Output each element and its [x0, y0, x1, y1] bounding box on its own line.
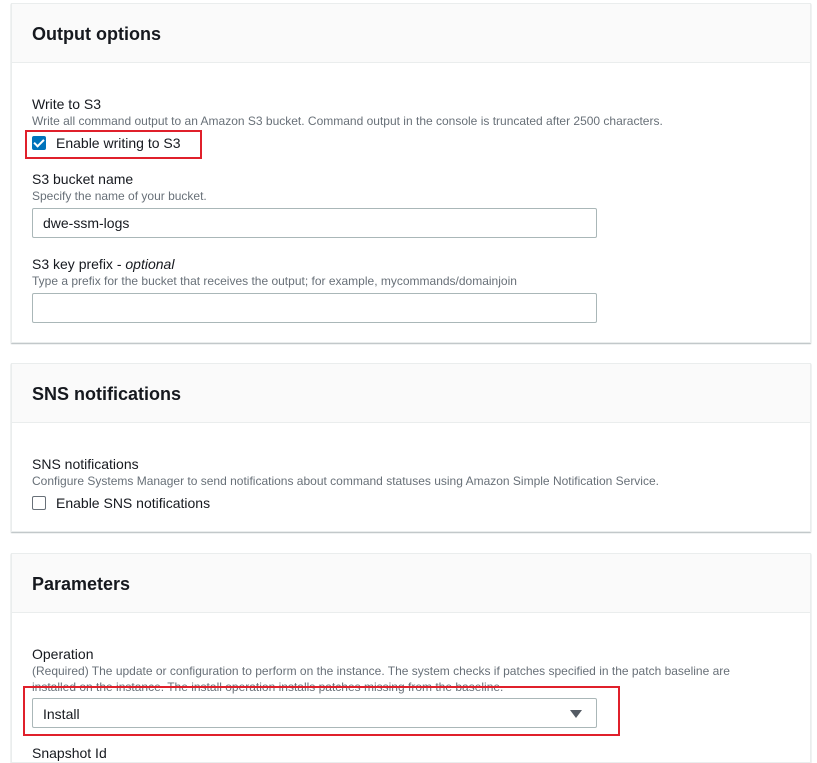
- enable-s3-checkbox-label[interactable]: Enable writing to S3: [56, 134, 181, 152]
- bucket-name-description: Specify the name of your bucket.: [32, 189, 207, 203]
- key-prefix-description: Type a prefix for the bucket that receiv…: [32, 274, 517, 288]
- sns-panel: SNS notifications SNS notifications Conf…: [11, 363, 811, 532]
- enable-sns-checkbox-label[interactable]: Enable SNS notifications: [56, 494, 210, 512]
- key-prefix-input[interactable]: [32, 293, 597, 323]
- snapshot-id-label: Snapshot Id: [32, 745, 107, 761]
- sns-header: SNS notifications: [12, 364, 810, 423]
- sns-description: Configure Systems Manager to send notifi…: [32, 474, 659, 488]
- parameters-panel: Parameters Operation (Required) The upda…: [11, 553, 811, 763]
- operation-select[interactable]: Install: [32, 698, 597, 728]
- write-to-s3-description: Write all command output to an Amazon S3…: [32, 114, 663, 128]
- bucket-name-label: S3 bucket name: [32, 171, 134, 187]
- operation-description-line2: installed on the instance. The install o…: [32, 680, 504, 694]
- operation-label: Operation: [32, 646, 94, 662]
- sns-label: SNS notifications: [32, 456, 139, 472]
- parameters-header: Parameters: [12, 554, 810, 613]
- key-prefix-label-text: S3 key prefix: [32, 256, 113, 272]
- key-prefix-label: S3 key prefix - optional: [32, 256, 175, 272]
- key-prefix-optional-tag: optional: [125, 256, 175, 272]
- caret-down-icon: [570, 710, 582, 718]
- operation-description-line1: (Required) The update or configuration t…: [32, 664, 730, 678]
- write-to-s3-label: Write to S3: [32, 96, 101, 112]
- bucket-name-input[interactable]: [32, 208, 597, 238]
- output-options-panel: Output options Write to S3 Write all com…: [11, 3, 811, 343]
- operation-selected-value: Install: [43, 706, 80, 722]
- enable-s3-checkbox[interactable]: [32, 136, 46, 150]
- output-options-title: Output options: [32, 24, 161, 44]
- enable-sns-checkbox-row[interactable]: Enable SNS notifications: [32, 494, 210, 512]
- enable-sns-checkbox[interactable]: [32, 496, 46, 510]
- enable-s3-checkbox-row[interactable]: Enable writing to S3: [32, 134, 181, 152]
- output-options-header: Output options: [12, 4, 810, 63]
- parameters-title: Parameters: [32, 574, 131, 594]
- sns-title: SNS notifications: [32, 384, 182, 404]
